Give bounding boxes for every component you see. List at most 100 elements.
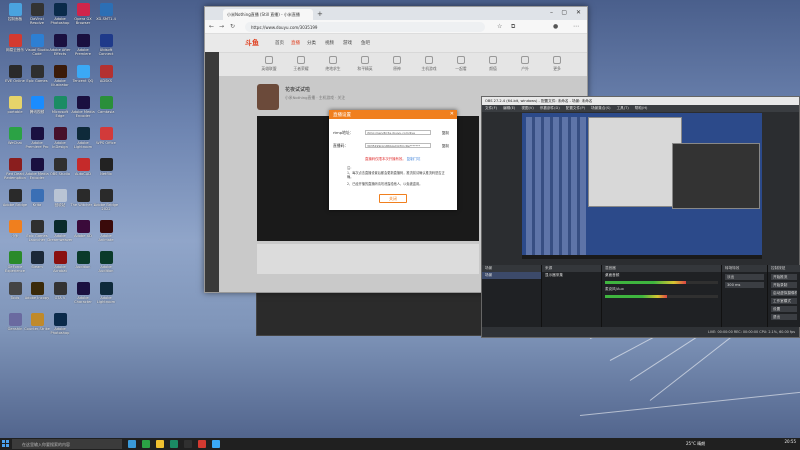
taskbar-app-icon[interactable]	[128, 440, 136, 448]
site-nav-item[interactable]: 鱼吧	[361, 40, 370, 46]
address-bar[interactable]: https://www.douyu.com/3035199	[245, 22, 485, 32]
back-icon[interactable]: ←	[209, 23, 214, 30]
desktop-icon[interactable]: WPS Office	[93, 126, 119, 156]
taskbar-app-icon[interactable]	[184, 440, 192, 448]
category-icon	[553, 56, 561, 64]
desktop-icon[interactable]: Adobe Animate	[93, 219, 119, 249]
profile-icon[interactable]: ●	[553, 23, 558, 30]
obs-control-button[interactable]: 工作室模式	[771, 298, 797, 304]
app-icon	[30, 158, 44, 171]
menu-icon[interactable]: ⋯	[573, 23, 579, 30]
obs-menu-item[interactable]: 工具(T)	[617, 106, 629, 110]
desktop-icon[interactable]: XD-SMT1.4	[93, 2, 119, 32]
copy-code-button[interactable]: 复制	[442, 144, 449, 149]
category-item[interactable]: 王者荣耀	[289, 56, 313, 72]
obs-control-button[interactable]: 开始推流	[771, 274, 797, 280]
taskbar-app-icon[interactable]	[142, 440, 150, 448]
site-nav-item[interactable]: 首页	[275, 40, 284, 46]
obs-menu-item[interactable]: 停靠部件(D)	[540, 106, 560, 110]
category-item[interactable]: 和平精英	[353, 56, 377, 72]
app-icon	[8, 127, 22, 140]
category-item[interactable]: 户外	[513, 56, 537, 72]
taskbar-search[interactable]: 在这里输入你要搜索的内容	[12, 439, 122, 449]
duration-field[interactable]: 300 ms	[725, 282, 764, 288]
obs-menu-item[interactable]: 编辑(E)	[503, 106, 515, 110]
minimize-icon[interactable]: –	[550, 9, 553, 16]
obs-menu-item[interactable]: 视图(V)	[521, 106, 533, 110]
category-item[interactable]: 颜值	[481, 56, 505, 72]
desktop-icon[interactable]: Camtasia	[93, 95, 119, 125]
category-icon	[265, 56, 273, 64]
app-icon	[53, 251, 67, 264]
streamer-avatar[interactable]	[257, 84, 279, 110]
obs-control-button[interactable]: 设置	[771, 306, 797, 312]
close-icon[interactable]: ✕	[450, 111, 454, 117]
warning-link[interactable]: 复制门坑	[407, 157, 421, 161]
scene-item[interactable]: 场景	[482, 272, 541, 279]
app-icon	[76, 189, 90, 202]
category-label: 主机游戏	[421, 66, 437, 71]
desktop-icon[interactable]: Adobe Bridge 2022	[93, 188, 119, 218]
site-nav-item[interactable]: 游戏	[343, 40, 352, 46]
desktop-icon[interactable]: Netflix	[93, 157, 119, 187]
mixer-dock-title: 混音器	[602, 265, 721, 272]
close-icon[interactable]: ✕	[576, 9, 581, 16]
obs-menu-item[interactable]: 场景集合(S)	[591, 106, 610, 110]
forward-icon[interactable]: →	[219, 23, 224, 30]
taskbar-app-icon[interactable]	[170, 440, 178, 448]
obs-menu-item[interactable]: 配置文件(P)	[566, 106, 585, 110]
app-icon	[30, 251, 44, 264]
sources-dock: 来源 显示器采集	[542, 265, 602, 327]
desktop-icon[interactable]: Adobe Audition	[93, 250, 119, 280]
app-icon	[53, 313, 67, 326]
taskbar-app-icon[interactable]	[156, 440, 164, 448]
system-clock[interactable]: 20:55	[784, 439, 796, 444]
category-item[interactable]: 主机游戏	[417, 56, 441, 72]
obs-menu-item[interactable]: 帮助(H)	[635, 106, 648, 110]
copy-rtmp-button[interactable]: 复制	[442, 131, 449, 136]
site-nav-item[interactable]: 直播	[291, 40, 300, 46]
category-item[interactable]: 原神	[385, 56, 409, 72]
close-dialog-button[interactable]: 关闭	[379, 194, 407, 203]
audio-meter	[605, 281, 718, 284]
desktop-icon[interactable]: Ubisoft Connect	[93, 33, 119, 63]
stream-code-field[interactable]: 3035199rgnXRKguDpTmcRe*******	[365, 143, 431, 148]
weather-widget[interactable]: 25°C 晴朗	[686, 441, 705, 447]
transition-select[interactable]: 淡出	[725, 274, 764, 280]
refresh-icon[interactable]: ↻	[230, 23, 235, 30]
category-label: 绝地求生	[325, 66, 341, 71]
category-item[interactable]: 绝地求生	[321, 56, 345, 72]
start-button[interactable]	[2, 440, 10, 448]
app-icon	[76, 3, 90, 16]
app-icon	[8, 313, 22, 326]
browser-tab[interactable]: 小米Nothing直播 (Still 直播) - 小米直播	[223, 9, 313, 20]
category-item[interactable]: 更多	[545, 56, 569, 72]
obs-menu-item[interactable]: 文件(F)	[485, 106, 497, 110]
source-item[interactable]: 显示器采集	[542, 272, 601, 279]
desktop-icon[interactable]: Adobe Lightroom Classic	[93, 281, 119, 311]
category-item[interactable]: 英雄联盟	[257, 56, 281, 72]
controls-dock: 控制按钮 开始推流 开始录制 启动虚拟摄像机 工作室模式 设置 退出	[768, 265, 800, 327]
desktop-icon-label: Adobe Animate	[98, 234, 114, 242]
rtmp-field[interactable]: rtmp://sendtc3a.douyu.com/live	[365, 130, 431, 135]
star-icon[interactable]: ☆	[497, 23, 502, 30]
site-nav-item[interactable]: 视频	[325, 40, 334, 46]
desktop-icon[interactable]: ADSKS	[93, 64, 119, 94]
new-tab-button[interactable]: +	[317, 10, 323, 18]
desktop-icon-label: Adobe Lightroom Classic	[96, 296, 116, 304]
desktop-icon[interactable]: Adobe Photoshop 2022	[47, 312, 73, 342]
obs-control-button[interactable]: 开始录制	[771, 282, 797, 288]
obs-control-button[interactable]: 启动虚拟摄像机	[771, 290, 797, 296]
category-item[interactable]: 一起看	[449, 56, 473, 72]
site-nav-item[interactable]: 分类	[307, 40, 316, 46]
browser-tab-strip: 小米Nothing直播 (Still 直播) - 小米直播 + – ▢ ✕	[205, 7, 587, 20]
collections-icon[interactable]: ⧉	[511, 23, 515, 31]
maximize-icon[interactable]: ▢	[561, 9, 567, 16]
taskbar-app-icon[interactable]	[212, 440, 220, 448]
obs-preview[interactable]	[522, 113, 762, 259]
app-icon	[8, 189, 22, 202]
taskbar-app-icon[interactable]	[198, 440, 206, 448]
warning-text: 直播码仅限本次开播有效。	[365, 157, 406, 161]
obs-control-button[interactable]: 退出	[771, 314, 797, 320]
site-logo[interactable]: 斗鱼	[245, 38, 259, 48]
